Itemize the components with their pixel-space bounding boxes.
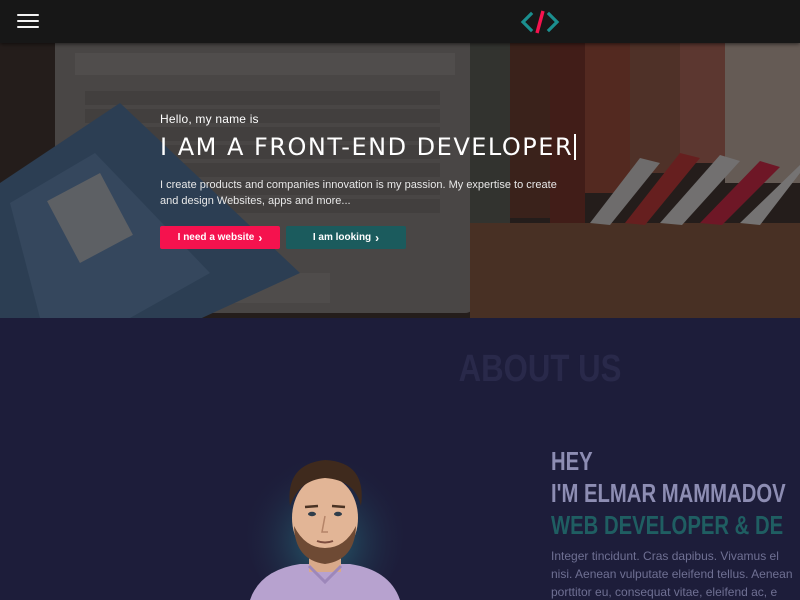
chevron-right-icon: › — [258, 230, 263, 245]
intro-block: HEY I'M ELMAR MAMMADOV WEB DEVELOPER & D… — [551, 445, 800, 600]
chevron-right-icon: › — [375, 230, 380, 245]
intro-hey: HEY — [551, 446, 593, 476]
intro-text-line: Integer tincidunt. Cras dapibus. Vivamus… — [551, 549, 779, 563]
intro-text-line: porttitor eu, consequat vitae, eleifend … — [551, 585, 778, 599]
hero-section: Hello, my name is I AM A FRONT-END DEVEL… — [0, 43, 800, 318]
hero-description: I create products and companies innovati… — [160, 179, 557, 207]
am-looking-label: I am looking — [312, 232, 372, 243]
top-navbar — [0, 0, 800, 43]
intro-role: WEB DEVELOPER & DE — [551, 510, 784, 540]
need-website-label: I need a website — [177, 232, 255, 243]
code-brackets-logo-icon[interactable] — [520, 8, 560, 36]
hero-title: I AM A FRONT-END DEVELOPER — [160, 133, 577, 161]
intro-paragraph: Integer tincidunt. Cras dapibus. Vivamus… — [551, 547, 800, 600]
typing-cursor — [574, 134, 577, 160]
profile-photo — [247, 453, 403, 600]
intro-name: I'M ELMAR MAMMADOV — [551, 478, 786, 508]
hero-greeting: Hello, my name is — [160, 112, 259, 126]
hamburger-menu-icon[interactable] — [17, 14, 39, 29]
intro-text-line: nisi. Aenean vulputate eleifend tellus. … — [551, 567, 793, 581]
about-heading: ABOUT US — [458, 348, 622, 390]
about-section: ABOUT US HEY I'M ELMAR MAMMADOV WEB DEVE… — [0, 318, 800, 600]
hero-title-text: I AM A FRONT-END DEVELOPER — [160, 133, 574, 161]
am-looking-button[interactable]: I am looking › — [286, 226, 406, 249]
need-website-button[interactable]: I need a website › — [160, 226, 280, 249]
